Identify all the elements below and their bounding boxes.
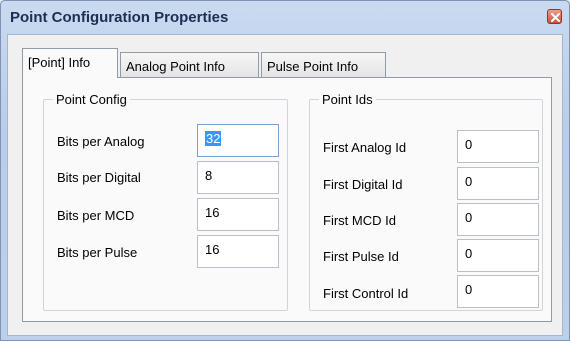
first-mcd-id-label: First MCD Id [323, 213, 396, 228]
first-pulse-id-input[interactable]: 0 [457, 239, 539, 272]
point-config-group: Point Config Bits per Analog 32 Bits per… [43, 92, 288, 311]
bits-per-analog-label: Bits per Analog [57, 134, 145, 149]
bits-per-digital-input[interactable]: 8 [197, 161, 279, 194]
close-icon [551, 13, 560, 22]
tab-pulse-point-info[interactable]: Pulse Point Info [261, 52, 386, 78]
bits-per-digital-label: Bits per Digital [57, 170, 141, 185]
tab-panel: Point Config Bits per Analog 32 Bits per… [22, 77, 552, 322]
first-digital-id-label: First Digital Id [323, 177, 403, 192]
first-digital-id-input[interactable]: 0 [457, 167, 539, 200]
close-button[interactable] [547, 9, 562, 24]
bits-per-mcd-input[interactable]: 16 [197, 198, 279, 231]
tab-analog-point-info[interactable]: Analog Point Info [120, 52, 259, 78]
first-control-id-input[interactable]: 0 [457, 275, 539, 308]
first-mcd-id-input[interactable]: 0 [457, 203, 539, 236]
bits-per-analog-input[interactable]: 32 [197, 124, 279, 157]
dialog-client-area: [Point] Info Analog Point Info Pulse Poi… [7, 34, 563, 336]
bits-per-pulse-label: Bits per Pulse [57, 245, 138, 260]
point-config-title: Point Config [53, 92, 130, 107]
first-analog-id-input[interactable]: 0 [457, 130, 539, 163]
point-ids-group: Point Ids First Analog Id 0 First Digita… [309, 92, 543, 311]
first-control-id-label: First Control Id [323, 286, 409, 301]
dialog-window: Point Configuration Properties [Point] I… [0, 0, 570, 341]
point-ids-title: Point Ids [319, 92, 376, 107]
bits-per-mcd-label: Bits per MCD [57, 208, 135, 223]
first-analog-id-label: First Analog Id [323, 140, 407, 155]
bits-per-pulse-input[interactable]: 16 [197, 235, 279, 268]
tab-point-info[interactable]: [Point] Info [22, 48, 118, 78]
title-bar[interactable]: Point Configuration Properties [1, 1, 569, 34]
bits-per-analog-value: 32 [205, 131, 222, 146]
window-title: Point Configuration Properties [10, 9, 229, 26]
first-pulse-id-label: First Pulse Id [323, 249, 399, 264]
